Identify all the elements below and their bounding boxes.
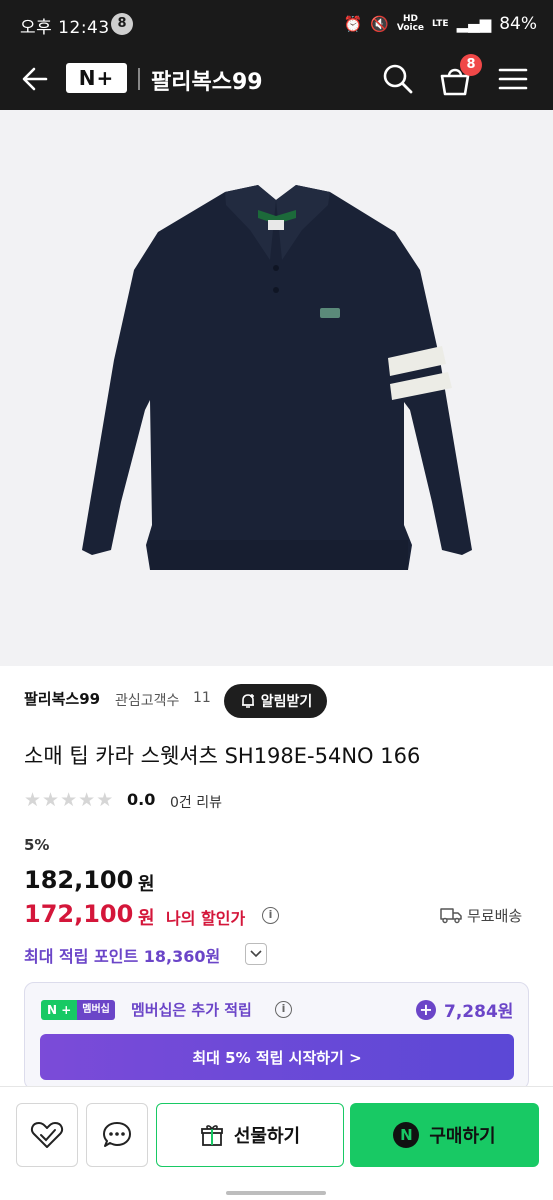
truck-icon (440, 908, 462, 924)
heart-check-icon (30, 1122, 64, 1148)
star-icon: ★ (96, 789, 114, 811)
shipping-info: 무료배송 (467, 907, 523, 925)
store-name[interactable]: 팔리복스99 (151, 64, 263, 96)
sale-price: 172,100 (24, 900, 134, 928)
mute-icon: 🔇 (370, 15, 389, 33)
notification-badge: 8 (111, 13, 133, 35)
star-icon: ★ (42, 789, 60, 811)
rating-score: 0.0 (127, 790, 156, 809)
back-arrow-icon[interactable] (20, 64, 50, 94)
star-icon: ★ (78, 789, 96, 811)
naver-n-icon: N (393, 1122, 420, 1148)
interest-label: 관심고객수 (115, 693, 180, 709)
chevron-down-icon (250, 950, 262, 958)
app-header: N+ 팔리복스99 8 (0, 52, 553, 110)
chat-bubble-icon (103, 1122, 131, 1147)
points-expand-button[interactable] (245, 943, 267, 965)
seller-name[interactable]: 팔리복스99 (24, 688, 100, 709)
gift-label: 선물하기 (233, 1126, 301, 1147)
home-indicator (226, 1191, 326, 1195)
status-time: 오후 12:43 (20, 18, 110, 38)
alarm-subscribe-button[interactable]: 알림받기 (224, 684, 327, 718)
alarm-icon: ⏰ (343, 15, 363, 33)
membership-info-icon[interactable]: i (275, 1001, 292, 1018)
bell-plus-icon (241, 694, 254, 708)
interest-count: 11 (193, 690, 211, 706)
original-price: 182,100 (24, 866, 134, 894)
battery-level: 84% (499, 14, 537, 34)
lte-indicator: LTE (432, 18, 449, 29)
membership-box: N + 멤버십 멤버십은 추가 적립 i + 7,284원 최대 5% 적립 시… (24, 982, 529, 1090)
star-icon: ★ (24, 789, 42, 811)
menu-icon[interactable] (497, 64, 529, 94)
gift-button[interactable]: 선물하기 (156, 1103, 344, 1167)
my-discount-label: 나의 할인가 (166, 909, 246, 928)
membership-mark: 멤버십 (77, 1000, 115, 1020)
gift-icon (200, 1125, 223, 1146)
discount-rate: 5% (24, 836, 50, 854)
product-title: 소매 팁 카라 스웻셔츠 SH198E-54NO 166 (24, 744, 421, 768)
membership-points: + 7,284원 (416, 997, 513, 1022)
signal-icon: ▂▄▆ (456, 15, 492, 33)
header-divider (138, 68, 140, 90)
review-count[interactable]: 0건 리뷰 (170, 792, 222, 812)
search-icon[interactable] (381, 62, 415, 96)
alarm-label: 알림받기 (260, 694, 313, 710)
product-image[interactable] (0, 110, 553, 666)
talk-talk-button[interactable] (86, 1103, 148, 1167)
sweatshirt-illustration (82, 185, 472, 570)
original-price-currency: 원 (138, 874, 155, 895)
star-icon: ★ (60, 789, 78, 811)
wishlist-button[interactable] (16, 1103, 78, 1167)
membership-badge: N + 멤버십 (41, 1000, 115, 1020)
sale-price-currency: 원 (138, 908, 155, 929)
naver-plus-mark: N + (41, 1000, 78, 1020)
status-icons: ⏰ 🔇 HD Voice LTE ▂▄▆ 84% (343, 10, 537, 38)
plus-circle-icon: + (416, 999, 436, 1020)
cart-count-badge: 8 (460, 54, 482, 76)
membership-text: 멤버십은 추가 적립 (131, 1001, 252, 1019)
buy-button[interactable]: N 구매하기 (350, 1103, 539, 1167)
buy-label: 구매하기 (429, 1126, 496, 1147)
bottom-action-bar: 선물하기 N 구매하기 (0, 1086, 553, 1200)
membership-points-value: 7,284원 (444, 1002, 514, 1022)
info-icon[interactable]: i (262, 907, 279, 924)
membership-start-button[interactable]: 최대 5% 적립 시작하기 > (40, 1034, 514, 1080)
naver-plus-logo[interactable]: N+ (66, 63, 127, 93)
star-rating: ★ ★ ★ ★ ★ (24, 790, 113, 810)
hd-voice-indicator: HD Voice (396, 14, 425, 33)
status-bar: 오후 12:43 8 ⏰ 🔇 HD Voice LTE ▂▄▆ 84% (0, 0, 553, 52)
max-points[interactable]: 최대 적립 포인트 18,360원 (24, 943, 220, 967)
